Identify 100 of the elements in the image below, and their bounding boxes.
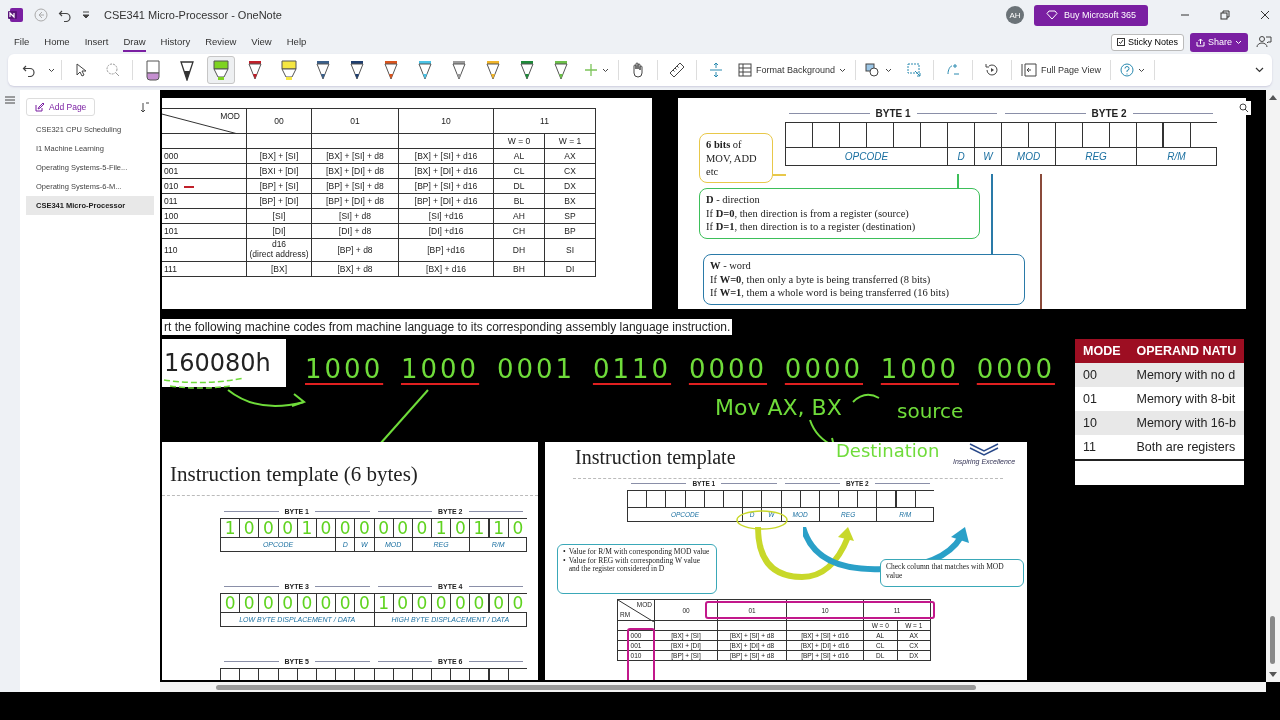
menu-tab[interactable]: File bbox=[14, 32, 30, 52]
menu-tab[interactable]: Help bbox=[286, 32, 307, 52]
table-cell: CX bbox=[544, 163, 596, 179]
bit-cell: 0 bbox=[469, 593, 489, 613]
menu-tab[interactable]: Draw bbox=[123, 32, 146, 52]
undo-icon[interactable] bbox=[58, 8, 72, 22]
bit-cell bbox=[646, 490, 666, 508]
bit-cell bbox=[627, 490, 647, 508]
handwritten-digits: 0000 bbox=[688, 354, 768, 384]
menu-tab[interactable]: History bbox=[160, 32, 191, 52]
bit-cell bbox=[722, 490, 743, 508]
menu-tab[interactable]: Insert bbox=[84, 32, 109, 52]
menu-tab[interactable]: Review bbox=[205, 32, 237, 52]
table-cell: 11 bbox=[1075, 435, 1129, 460]
table-cell: 011 bbox=[162, 193, 247, 209]
bit-cell bbox=[893, 122, 920, 148]
table-cell: [BP] + [SI] bbox=[246, 178, 312, 194]
handwritten-digits: 0000 bbox=[976, 354, 1055, 384]
handwritten-instruction: Mov AX, BX bbox=[715, 395, 842, 420]
bit-cell: 0 bbox=[335, 593, 355, 613]
bit-cell bbox=[703, 490, 723, 508]
full-page-view-button[interactable]: Full Page View bbox=[1018, 56, 1104, 84]
table-header: 00 bbox=[246, 108, 312, 134]
field-label: REG bbox=[1055, 148, 1136, 166]
bit-cell bbox=[1055, 122, 1082, 148]
table-header: OPERAND NATU bbox=[1128, 339, 1245, 363]
table-cell: Memory with no d bbox=[1128, 363, 1245, 387]
add-page-button[interactable]: Add Page bbox=[26, 98, 96, 116]
table-cell: [BP] + [DI] + d8 bbox=[311, 193, 399, 209]
table-cell: 110 bbox=[162, 238, 247, 262]
bit-cell bbox=[876, 490, 896, 508]
app-logo-icon[interactable] bbox=[8, 7, 24, 23]
table-cell: SP bbox=[544, 208, 596, 224]
bit-cell: 0 bbox=[450, 518, 470, 538]
table-cell: 111 bbox=[162, 261, 247, 277]
bit-cell: 0 bbox=[315, 593, 336, 613]
comments-icon[interactable] bbox=[1256, 35, 1272, 49]
bit-cell: 0 bbox=[354, 593, 374, 613]
bit-cell: 0 bbox=[277, 518, 297, 538]
scroll-up-icon[interactable] bbox=[1269, 94, 1277, 100]
highlight-oval bbox=[736, 510, 788, 530]
bit-cell bbox=[1163, 122, 1190, 148]
bit-cell bbox=[839, 122, 866, 148]
user-avatar[interactable]: AH bbox=[1005, 6, 1024, 24]
bit-cell bbox=[665, 490, 685, 508]
table-cell: 10 bbox=[1075, 411, 1129, 435]
insert-space-icon bbox=[709, 62, 723, 78]
table-cell: 000 bbox=[162, 148, 247, 164]
table-cell: [BX] + [SI] bbox=[246, 148, 312, 164]
share-button[interactable]: Share bbox=[1189, 32, 1248, 52]
format-background-button[interactable]: Format Background bbox=[735, 56, 850, 84]
table-cell: 01 bbox=[1075, 387, 1129, 411]
byte-label: BYTE 1 bbox=[875, 108, 911, 119]
table-cell: 001 bbox=[162, 163, 247, 179]
bit-cell: 0 bbox=[488, 593, 508, 613]
bit-cell bbox=[1136, 122, 1163, 148]
table-cell: [SI] bbox=[246, 208, 312, 224]
quick-access-dropdown-icon[interactable] bbox=[82, 11, 90, 19]
handwritten-digits: 1000 bbox=[400, 354, 480, 384]
table-cell: CH bbox=[493, 223, 545, 239]
replay-icon bbox=[984, 62, 1001, 78]
table-cell: [BP] + [DI] + d16 bbox=[398, 193, 494, 209]
table-cell: [BP] + [SI] + d16 bbox=[398, 178, 494, 194]
table-cell: AX bbox=[544, 148, 596, 164]
table-header: 11 bbox=[493, 108, 596, 134]
bit-cell bbox=[914, 490, 934, 508]
ruler-icon bbox=[669, 62, 685, 78]
lasso-icon bbox=[106, 63, 120, 77]
table-cell: [BP] + [DI] bbox=[246, 193, 312, 209]
close-icon[interactable] bbox=[1260, 10, 1270, 20]
bit-cell: 0 bbox=[258, 593, 278, 613]
menu-tab[interactable]: Home bbox=[44, 32, 70, 52]
ink-to-math-icon bbox=[945, 62, 962, 78]
checkbox-icon bbox=[1116, 38, 1125, 46]
chevron-down-icon[interactable] bbox=[48, 67, 55, 73]
bit-cell: 1 bbox=[431, 518, 451, 538]
table-cell: DX bbox=[544, 178, 596, 194]
sort-icon[interactable] bbox=[140, 101, 150, 113]
table-cell: Memory with 16-b bbox=[1128, 411, 1245, 435]
menu-tab[interactable]: View bbox=[251, 32, 272, 52]
collapse-ribbon-icon[interactable] bbox=[1255, 67, 1264, 73]
table-cell: 00 bbox=[1075, 363, 1129, 387]
bit-cell bbox=[857, 490, 877, 508]
scroll-down-icon[interactable] bbox=[1269, 672, 1277, 678]
byte-label: BYTE 2 bbox=[1091, 108, 1127, 119]
table-cell: AL bbox=[493, 148, 545, 164]
bit-cell bbox=[799, 490, 819, 508]
table-cell: SI bbox=[544, 238, 596, 262]
table-cell: BP bbox=[544, 223, 596, 239]
buy-button[interactable]: Buy Microsoft 365 bbox=[1033, 4, 1148, 26]
hand-icon bbox=[631, 62, 645, 78]
bit-cell: 1 bbox=[488, 518, 508, 538]
restore-icon[interactable] bbox=[1220, 10, 1230, 20]
bit-cell: 0 bbox=[220, 593, 240, 613]
sticky-notes-button[interactable]: Sticky Notes bbox=[1110, 33, 1184, 51]
table-header: W = 0 bbox=[493, 133, 545, 149]
bit-cell bbox=[895, 490, 915, 508]
scroll-thumb[interactable] bbox=[1270, 616, 1275, 664]
scroll-thumb[interactable] bbox=[216, 685, 976, 690]
table-cell: 101 bbox=[162, 223, 247, 239]
